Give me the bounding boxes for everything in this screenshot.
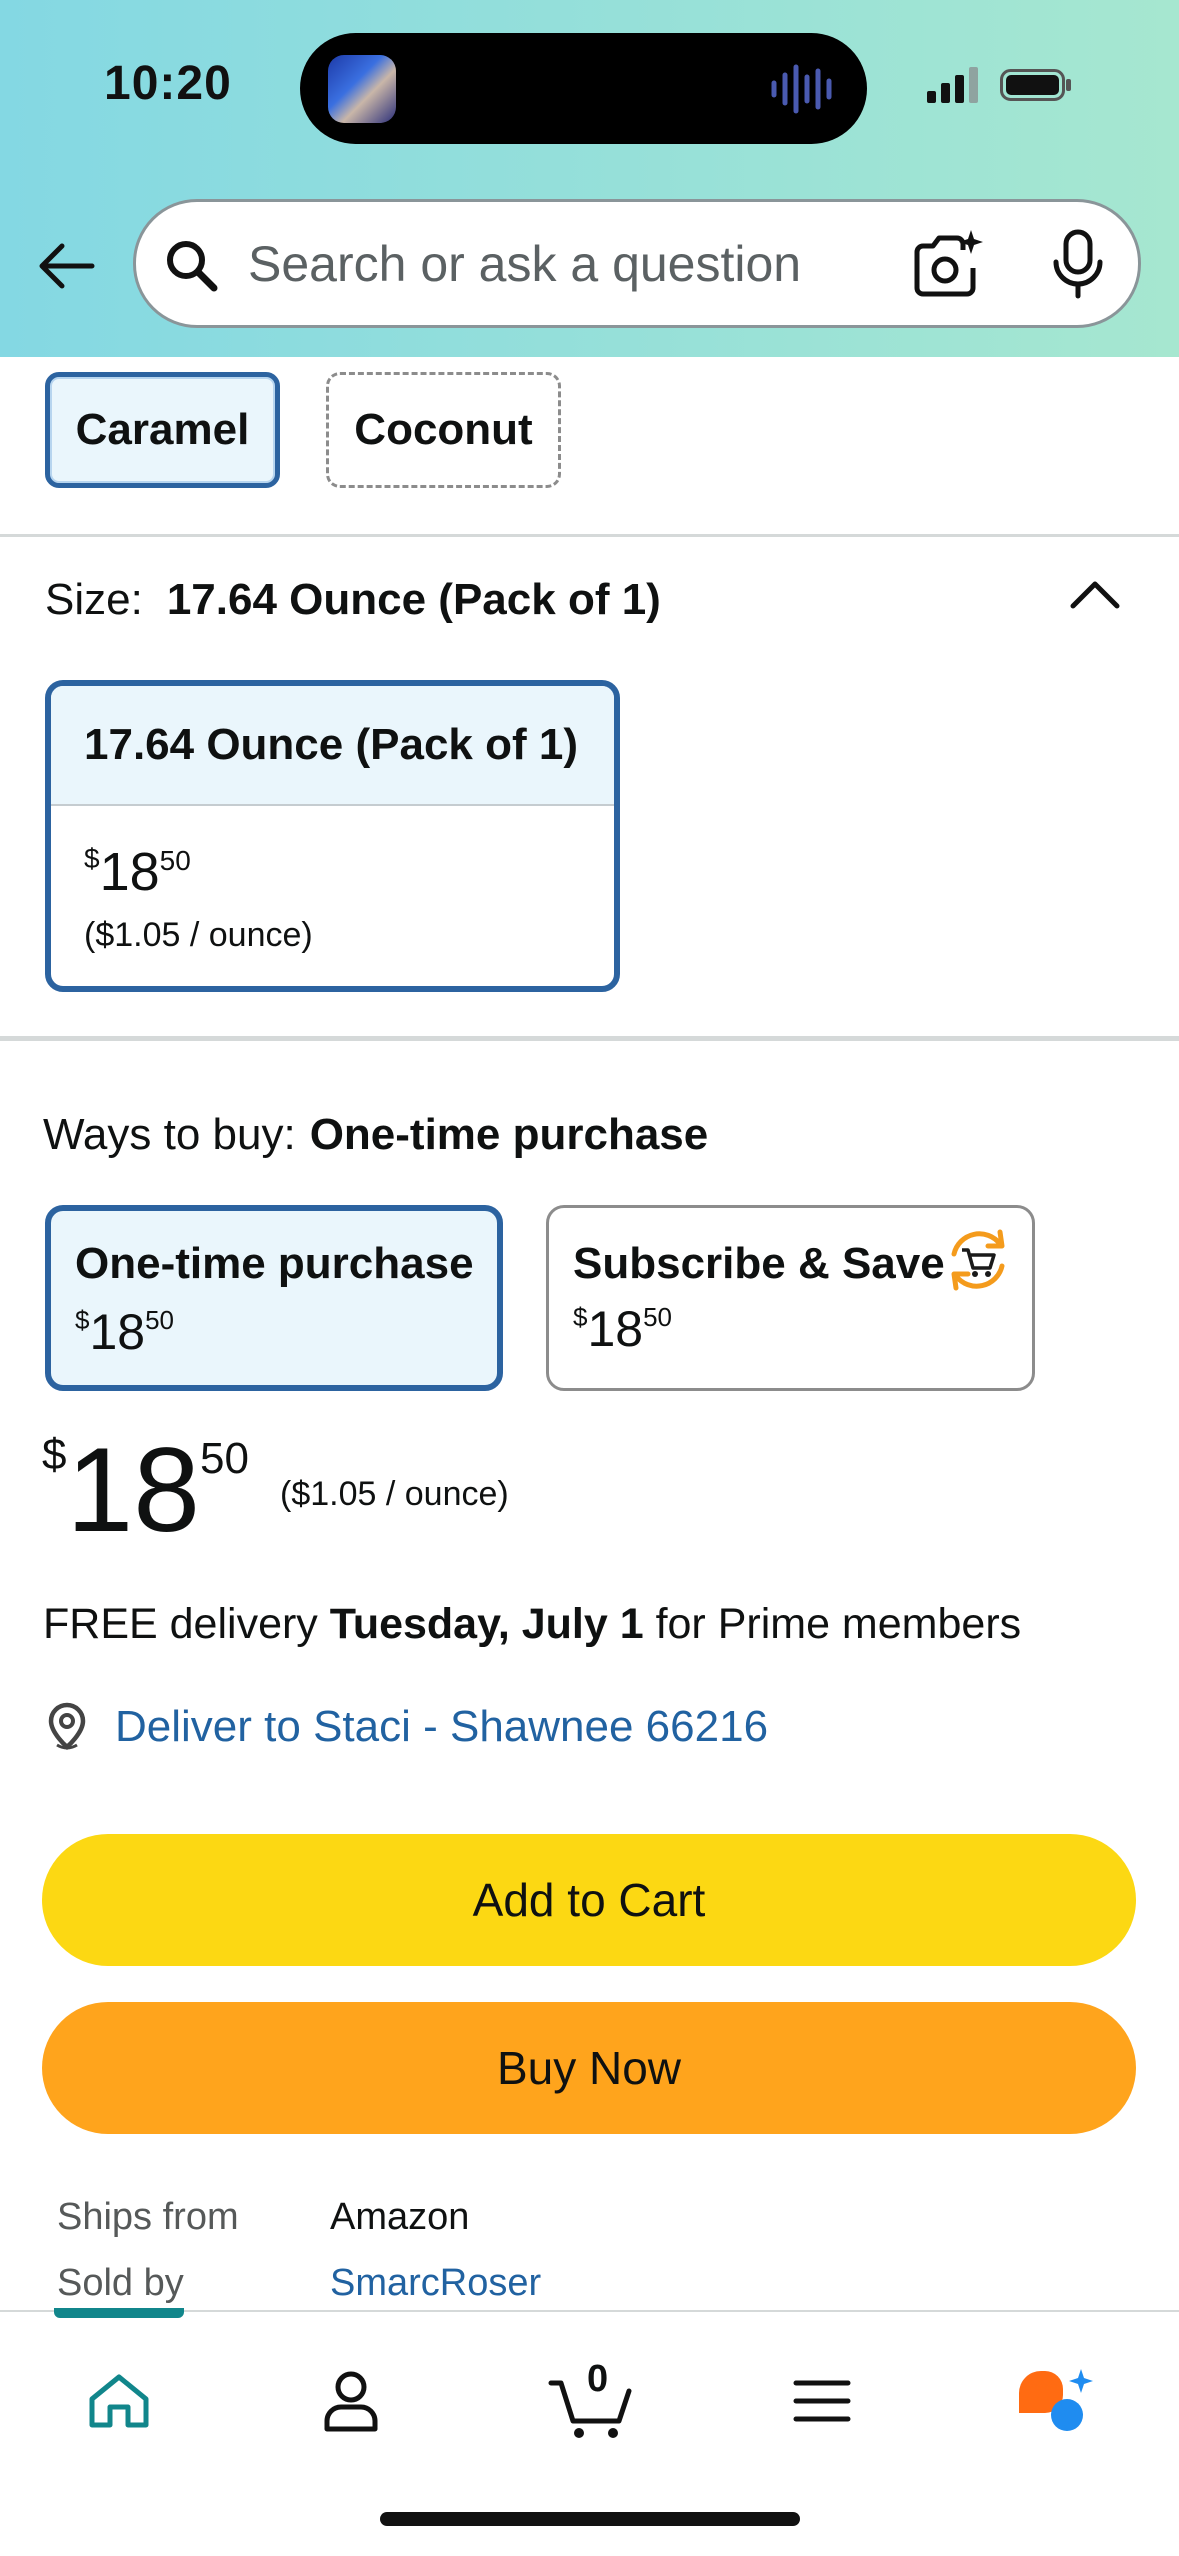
size-option-unit-price: ($1.05 / ounce) <box>84 916 313 954</box>
price-fraction: 50 <box>145 1305 175 1335</box>
add-to-cart-button[interactable]: Add to Cart <box>42 1834 1136 1966</box>
rufus-assistant-icon <box>1019 2369 1093 2431</box>
status-indicators <box>925 65 1075 105</box>
price-whole: 18 <box>89 1304 146 1360</box>
nav-menu[interactable] <box>777 2356 867 2446</box>
search-icon <box>167 241 218 292</box>
price-whole: 18 <box>66 1423 200 1557</box>
ways-to-buy-label: Ways to buy: <box>43 1110 296 1159</box>
seller-link[interactable]: SmarcRoser <box>330 2262 541 2305</box>
flavor-chip-caramel[interactable]: Caramel <box>45 372 280 488</box>
back-button[interactable] <box>32 232 100 300</box>
price-whole: 18 <box>99 842 160 902</box>
ways-to-buy-selected: One-time purchase <box>309 1110 709 1159</box>
deliver-to-location[interactable]: Deliver to Staci - Shawnee 66216 <box>43 1697 768 1757</box>
product-price: $1850 <box>42 1430 249 1550</box>
sold-by-row: Sold by SmarcRoser <box>57 2262 541 2305</box>
subscribe-cart-refresh-icon <box>951 1229 1005 1291</box>
ships-from-row: Ships from Amazon <box>57 2196 469 2239</box>
flavor-chip-coconut[interactable]: Coconut <box>326 372 561 488</box>
account-icon <box>324 2371 378 2432</box>
search-bar[interactable] <box>133 199 1141 328</box>
dynamic-island[interactable] <box>300 33 867 144</box>
buy-option-title: One-time purchase <box>75 1239 474 1288</box>
now-playing-artwork <box>328 55 396 123</box>
delivery-suffix: for Prime members <box>643 1600 1022 1648</box>
section-divider <box>0 1036 1179 1041</box>
audio-waveform-icon <box>771 64 832 114</box>
currency-symbol: $ <box>42 1430 67 1479</box>
price-fraction: 50 <box>643 1302 673 1332</box>
microphone-icon[interactable] <box>1046 228 1110 300</box>
deliver-to-link[interactable]: Deliver to Staci - Shawnee 66216 <box>115 1702 768 1752</box>
cellular-signal-icon <box>927 67 978 103</box>
home-icon <box>89 2374 149 2428</box>
nav-account[interactable] <box>306 2356 396 2446</box>
size-selector-header[interactable]: Size: 17.64 Ounce (Pack of 1) <box>45 575 661 625</box>
currency-symbol: $ <box>573 1302 588 1332</box>
home-indicator[interactable] <box>380 2512 800 2526</box>
nav-rufus-assistant[interactable] <box>1010 2356 1100 2446</box>
ways-to-buy-header: Ways to buy: One-time purchase <box>43 1110 708 1160</box>
size-option-title: 17.64 Ounce (Pack of 1) <box>51 686 614 806</box>
ships-from-label: Ships from <box>57 2196 239 2238</box>
search-input[interactable] <box>248 232 868 296</box>
nav-home[interactable] <box>74 2356 164 2446</box>
delivery-prefix: FREE delivery <box>43 1600 330 1648</box>
price-fraction: 50 <box>159 845 191 876</box>
menu-icon <box>793 2380 851 2422</box>
size-label: Size: <box>45 575 143 624</box>
delivery-date: Tuesday, July 1 <box>329 1600 644 1648</box>
nav-cart[interactable]: 0 <box>543 2356 643 2446</box>
cart-count: 0 <box>587 2358 609 2400</box>
currency-symbol: $ <box>75 1305 90 1335</box>
size-option-card[interactable]: 17.64 Ounce (Pack of 1) $1850 ($1.05 / o… <box>45 680 620 992</box>
chevron-up-icon[interactable] <box>1065 570 1125 620</box>
buy-option-price: $1850 <box>573 1300 672 1358</box>
subscribe-and-save-card[interactable]: Subscribe & Save $1850 <box>546 1205 1035 1391</box>
currency-symbol: $ <box>84 843 100 874</box>
ships-from-value: Amazon <box>330 2196 470 2238</box>
buy-option-price: $1850 <box>75 1303 174 1361</box>
price-whole: 18 <box>587 1301 644 1357</box>
buy-now-button[interactable]: Buy Now <box>42 2002 1136 2134</box>
section-divider <box>0 534 1179 537</box>
price-fraction: 50 <box>199 1434 249 1483</box>
back-arrow-icon <box>39 243 95 289</box>
battery-icon <box>1000 69 1071 101</box>
camera-lens-icon[interactable] <box>911 228 983 300</box>
sold-by-label: Sold by <box>57 2262 184 2304</box>
size-selected-value: 17.64 Ounce (Pack of 1) <box>166 575 661 624</box>
buy-option-title: Subscribe & Save <box>573 1239 945 1288</box>
header: 10:20 <box>0 0 1179 357</box>
unit-price: ($1.05 / ounce) <box>280 1475 509 1513</box>
one-time-purchase-card[interactable]: One-time purchase $1850 <box>45 1205 503 1391</box>
active-tab-indicator <box>54 2308 184 2318</box>
delivery-info: FREE delivery Tuesday, July 1 for Prime … <box>43 1600 1021 1649</box>
size-option-price: $1850 <box>84 841 191 903</box>
status-time: 10:20 <box>104 57 232 110</box>
location-pin-icon <box>48 1702 86 1750</box>
